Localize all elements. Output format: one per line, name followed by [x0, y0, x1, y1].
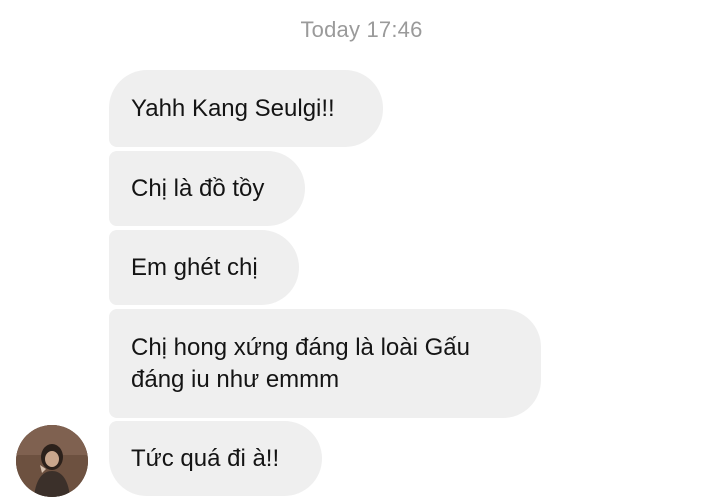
message-bubble[interactable]: Yahh Kang Seulgi!!: [109, 70, 383, 147]
message-text: Em ghét chị: [131, 253, 258, 281]
sender-avatar[interactable]: [16, 425, 88, 497]
message-timestamp: Today 17:46: [300, 17, 423, 42]
message-bubble[interactable]: Chị là đồ tồy: [109, 151, 305, 226]
message-bubble[interactable]: Chị hong xứng đáng là loài Gấu đáng iu n…: [109, 309, 541, 418]
message-text: Chị là đồ tồy: [131, 174, 265, 202]
message-bubble[interactable]: Tức quá đi à!!: [109, 421, 322, 496]
message-text: Tức quá đi à!!: [131, 444, 280, 472]
message-text: Chị hong xứng đáng là loài Gấu đáng iu n…: [131, 333, 470, 393]
avatar-photo-icon: [16, 425, 88, 497]
message-bubble[interactable]: Em ghét chị: [109, 230, 299, 305]
message-text: Yahh Kang Seulgi!!: [131, 94, 335, 122]
